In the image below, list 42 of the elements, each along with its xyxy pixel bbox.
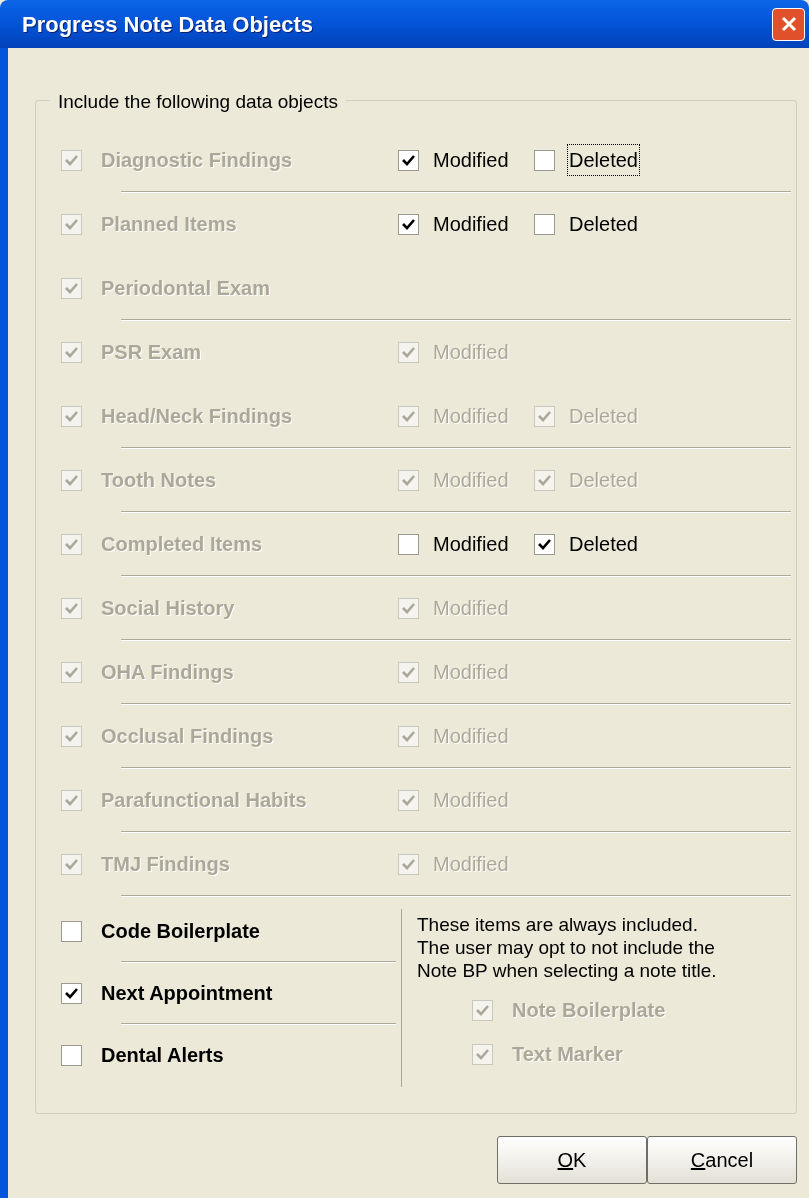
object-label: Diagnostic Findings: [100, 148, 294, 173]
checkbox[interactable]: [61, 1044, 82, 1066]
checkbox-label: Deleted: [567, 144, 640, 176]
object-label: Code Boilerplate: [100, 919, 261, 944]
object-label: Parafunctional Habits: [100, 788, 308, 813]
close-button[interactable]: [772, 7, 805, 41]
object-label: Planned Items: [100, 212, 238, 237]
object-label: Social History: [100, 596, 236, 621]
checkbox[interactable]: [61, 982, 82, 1004]
object-label: Tooth Notes: [100, 468, 218, 493]
checkbox-label: Deleted: [568, 212, 639, 237]
info-text: These items are always included. The user may opt to not include the Note BP when selecting a note title.: [417, 913, 717, 982]
window-title: Progress Note Data Objects: [22, 10, 313, 39]
object-label: Occlusal Findings: [100, 724, 275, 749]
object-label: PSR Exam: [100, 340, 203, 365]
checkbox-label: Deleted: [568, 532, 639, 557]
checkbox-label: Modified: [432, 788, 510, 813]
object-label: Head/Neck Findings: [100, 404, 294, 429]
checkbox-label: Modified: [432, 468, 510, 493]
checkbox-label: Modified: [432, 340, 510, 365]
checkbox-label: Modified: [432, 212, 510, 237]
checkbox-label: Modified: [432, 724, 510, 749]
object-label: Text Marker: [511, 1042, 624, 1067]
object-label: Next Appointment: [100, 981, 274, 1006]
object-label: OHA Findings: [100, 660, 235, 685]
checkbox[interactable]: [61, 920, 82, 942]
dialog-button[interactable]: OK: [497, 1136, 647, 1184]
object-label: Dental Alerts: [100, 1043, 225, 1068]
object-label: Periodontal Exam: [100, 276, 271, 301]
checkbox-label: Modified: [432, 852, 510, 877]
object-label: TMJ Findings: [100, 852, 231, 877]
object-label: Completed Items: [100, 532, 264, 557]
checkbox-label: Deleted: [568, 404, 639, 429]
checkbox-label: Modified: [432, 148, 510, 173]
checkbox-label: Deleted: [568, 468, 639, 493]
object-label: Note Boilerplate: [511, 998, 667, 1023]
close-icon: [779, 15, 798, 33]
dialog-button[interactable]: Cancel: [647, 1136, 797, 1184]
checkbox-label: Modified: [432, 596, 510, 621]
checkbox-label: Modified: [432, 532, 510, 557]
checkbox-label: Modified: [432, 660, 510, 685]
checkbox-label: Modified: [432, 404, 510, 429]
